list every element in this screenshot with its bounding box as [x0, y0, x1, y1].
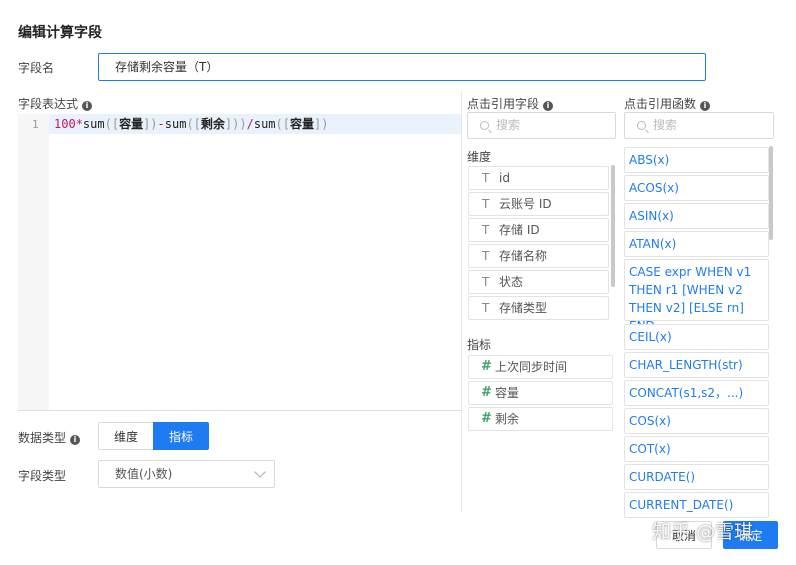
- field-item-label: 存储 ID: [499, 223, 540, 237]
- field-name-input[interactable]: 存储剩余容量（T）: [98, 53, 706, 81]
- code-operator: /: [246, 117, 254, 131]
- metric-item-label: 上次同步时间: [495, 360, 568, 374]
- data-type-dimension-button[interactable]: 维度: [98, 422, 154, 450]
- info-icon[interactable]: i: [700, 101, 711, 111]
- info-icon[interactable]: i: [82, 101, 93, 111]
- field-item-label: 云账号 ID: [499, 197, 552, 211]
- data-type-toggle: 维度 指标: [98, 422, 209, 450]
- search-icon: [480, 121, 489, 130]
- field-search-placeholder: 搜索: [496, 118, 521, 132]
- code-field: 剩余: [200, 117, 225, 131]
- functions-panel-title: 点击引用函数: [624, 97, 697, 111]
- code-function: sum: [82, 117, 105, 131]
- info-icon[interactable]: i: [70, 435, 81, 445]
- field-item[interactable]: T 存储类型: [468, 296, 609, 320]
- text-type-icon: T: [482, 171, 490, 185]
- field-item[interactable]: T 状态: [468, 270, 609, 294]
- code-field: 容量: [119, 117, 144, 131]
- editor-gutter: [18, 114, 49, 410]
- data-type-metric-button[interactable]: 指标: [153, 422, 209, 450]
- metric-section-label: 指标: [467, 338, 492, 352]
- data-type-label: 数据类型: [18, 431, 67, 445]
- metric-item-label: 容量: [495, 386, 520, 400]
- data-type-label-row: 数据类型 i: [18, 429, 81, 446]
- function-item[interactable]: COT(x): [624, 436, 769, 462]
- code-bracket: ([: [275, 117, 290, 131]
- field-type-select[interactable]: 数值(小数): [98, 460, 275, 488]
- watermark: 知乎 @雪琪: [652, 521, 754, 543]
- code-bracket: ([: [104, 117, 120, 131]
- function-item[interactable]: CHAR_LENGTH(str): [624, 352, 769, 378]
- dialog-title: 编辑计算字段: [18, 25, 102, 41]
- field-item[interactable]: T 存储名称: [468, 244, 609, 268]
- field-item[interactable]: Tid: [468, 166, 609, 190]
- line-number: 1: [32, 118, 39, 131]
- function-item[interactable]: CURDATE(): [624, 464, 769, 490]
- function-list-scrollbar[interactable]: [769, 146, 773, 240]
- metric-item[interactable]: # 上次同步时间: [468, 355, 613, 379]
- dimension-section-label: 维度: [467, 150, 492, 164]
- number-type-icon: #: [481, 411, 492, 426]
- expression-label: 字段表达式: [18, 97, 79, 111]
- info-icon[interactable]: i: [543, 101, 554, 111]
- chevron-down-icon: [254, 466, 266, 478]
- function-item[interactable]: CEIL(x): [624, 324, 769, 350]
- code-operator: *: [75, 117, 83, 131]
- code-number: 100: [54, 117, 76, 131]
- text-type-icon: T: [482, 223, 490, 237]
- field-item-label: 存储类型: [499, 301, 548, 315]
- code-operator: -: [157, 117, 165, 131]
- expression-editor[interactable]: 1 100*sum([容量])-sum([剩余]))/sum([容量]): [18, 114, 461, 411]
- metric-item[interactable]: # 容量: [468, 381, 613, 405]
- search-icon: [637, 121, 646, 130]
- function-item[interactable]: COS(x): [624, 408, 769, 434]
- metric-item-label: 剩余: [495, 412, 520, 426]
- number-type-icon: #: [481, 385, 492, 400]
- fields-panel-title: 点击引用字段: [467, 97, 540, 111]
- text-type-icon: T: [482, 197, 490, 211]
- function-item[interactable]: CONCAT(s1,s2，...): [624, 380, 769, 406]
- code-bracket: ])): [224, 117, 247, 131]
- function-item[interactable]: CURRENT_DATE(): [624, 492, 769, 518]
- code-bracket: ]): [314, 117, 329, 131]
- metric-item[interactable]: # 剩余: [468, 407, 613, 431]
- text-type-icon: T: [482, 275, 490, 289]
- editor-area[interactable]: [49, 114, 461, 410]
- fields-panel-title-row: 点击引用字段 i: [467, 95, 554, 112]
- field-item-label: 存储名称: [499, 249, 548, 263]
- function-item[interactable]: ABS(x): [624, 147, 769, 173]
- expression-label-row: 字段表达式 i: [18, 95, 93, 112]
- code-function: sum: [253, 117, 276, 131]
- dimension-list-scrollbar[interactable]: [611, 165, 615, 287]
- field-item[interactable]: T 云账号 ID: [468, 192, 609, 216]
- text-type-icon: T: [482, 301, 490, 315]
- field-item[interactable]: T 存储 ID: [468, 218, 609, 242]
- function-item[interactable]: ATAN(x): [624, 231, 769, 257]
- function-search-placeholder: 搜索: [653, 118, 678, 132]
- code-bracket: ]): [143, 117, 158, 131]
- code-function: sum: [164, 117, 187, 131]
- field-item-label: id: [499, 171, 510, 185]
- function-item[interactable]: ASIN(x): [624, 203, 769, 229]
- function-search-input[interactable]: 搜索: [624, 112, 774, 139]
- code-bracket: ([: [186, 117, 201, 131]
- field-item-label: 状态: [499, 275, 524, 289]
- field-type-label: 字段类型: [18, 469, 67, 483]
- field-type-value: 数值(小数): [115, 467, 173, 481]
- field-name-label: 字段名: [18, 61, 55, 75]
- number-type-icon: #: [481, 359, 492, 374]
- field-search-input[interactable]: 搜索: [467, 112, 616, 139]
- functions-panel-title-row: 点击引用函数 i: [624, 95, 711, 112]
- panel-divider: [461, 92, 462, 512]
- code-field: 容量: [289, 117, 314, 131]
- expression-code[interactable]: 100*sum([容量])-sum([剩余]))/sum([容量]): [54, 116, 328, 132]
- function-item[interactable]: CASE expr WHEN v1 THEN r1 [WHEN v2 THEN …: [624, 259, 769, 333]
- function-item[interactable]: ACOS(x): [624, 175, 769, 201]
- text-type-icon: T: [482, 249, 490, 263]
